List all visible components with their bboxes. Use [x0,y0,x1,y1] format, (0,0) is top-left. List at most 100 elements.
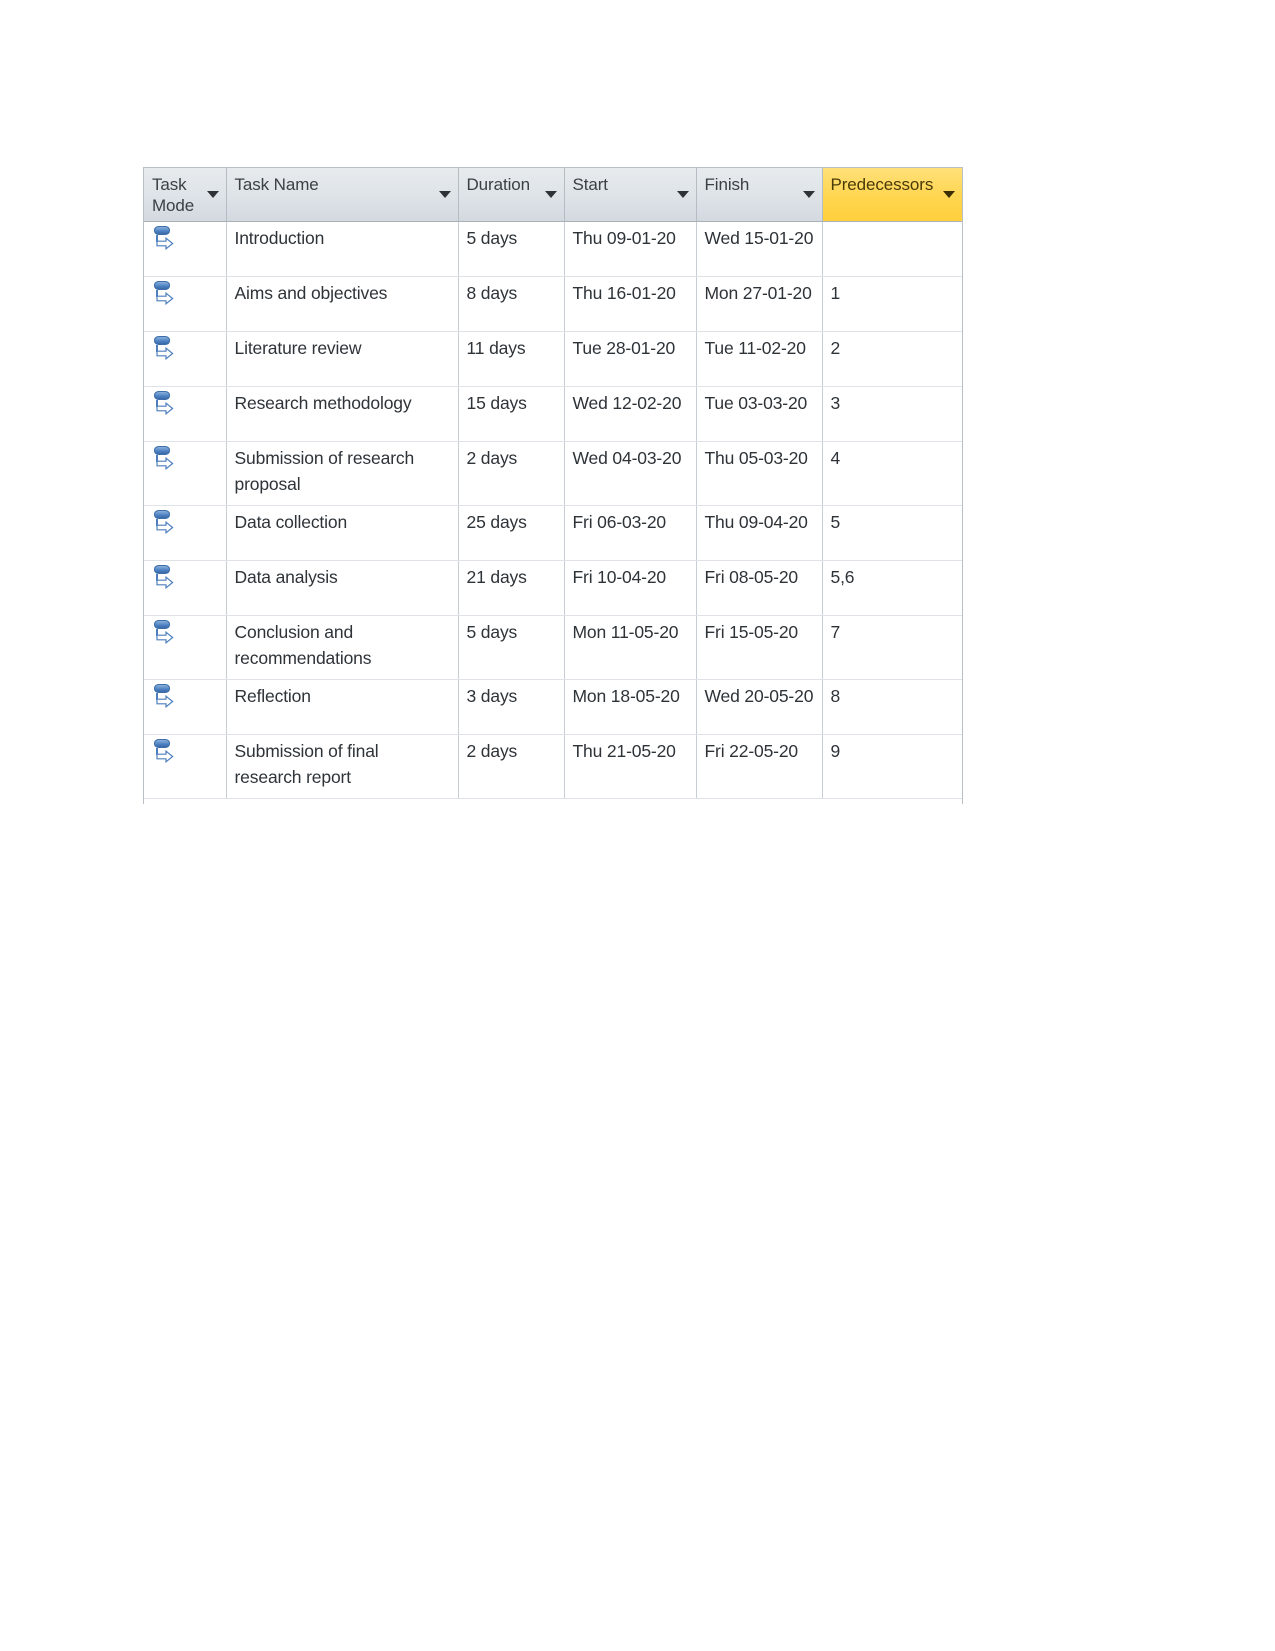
chevron-down-icon[interactable] [942,191,955,198]
column-header-start[interactable]: Start [564,168,697,222]
cell-predecessors[interactable]: 5,6 [822,560,962,616]
column-header-task-mode[interactable]: Task Mode [144,168,227,222]
cell-duration[interactable]: 5 days [458,221,565,277]
table-row[interactable]: Research methodology 15 days Wed 12-02-20 T… [144,386,962,442]
finish-date-text: Mon 27-01-20 [704,283,812,303]
cell-predecessors[interactable]: 5 [822,505,962,561]
duration-text: 8 days [466,283,518,303]
cell-start[interactable]: Mon 11-05-20 [564,615,697,680]
auto-scheduled-icon [153,684,175,708]
cell-predecessors[interactable]: 1 [822,276,962,332]
cell-task-mode[interactable] [144,734,227,799]
cell-start[interactable]: Thu 09-01-20 [564,221,697,277]
cell-start[interactable]: Thu 16-01-20 [564,276,697,332]
duration-text: 11 days [466,338,526,358]
cell-task-name[interactable]: Aims and objectives [226,276,459,332]
cell-task-mode[interactable] [144,441,227,506]
cell-predecessors[interactable]: 9 [822,734,962,799]
cell-predecessors[interactable]: 7 [822,615,962,680]
cell-task-mode[interactable] [144,679,227,735]
cell-finish[interactable]: Tue 11-02-20 [696,331,823,387]
start-date-text: Wed 12-02-20 [572,393,682,413]
cell-duration[interactable]: 2 days [458,441,565,506]
column-header-duration[interactable]: Duration [458,168,565,222]
cell-task-name[interactable]: Data collection [226,505,459,561]
cell-task-name[interactable]: Submission of research proposal [226,441,459,506]
cell-task-mode[interactable] [144,276,227,332]
duration-text: 5 days [466,228,518,248]
chevron-down-icon[interactable] [438,191,451,198]
chevron-down-icon[interactable] [676,191,689,198]
table-row[interactable]: Submission of research proposal 2 days Wed… [144,441,962,506]
finish-date-text: Tue 03-03-20 [704,393,808,413]
cell-task-mode[interactable] [144,505,227,561]
table-row[interactable]: Submission of final research report 2 day… [144,734,962,799]
column-header-finish[interactable]: Finish [696,168,823,222]
cell-task-mode[interactable] [144,331,227,387]
duration-text: 15 days [466,393,527,413]
cell-start[interactable]: Wed 12-02-20 [564,386,697,442]
table-row[interactable]: Reflection 3 days Mon 18-05-20 Wed 20-05-20… [144,679,962,735]
table-row[interactable]: Aims and objectives 8 days Thu 16-01-20 Mon… [144,276,962,332]
cell-finish[interactable]: Fri 08-05-20 [696,560,823,616]
cell-predecessors[interactable]: 8 [822,679,962,735]
task-name-text: Reflection [234,686,311,706]
cell-finish[interactable]: Wed 15-01-20 [696,221,823,277]
cell-task-name[interactable]: Introduction [226,221,459,277]
cell-duration[interactable]: 5 days [458,615,565,680]
cell-task-mode[interactable] [144,615,227,680]
cell-predecessors[interactable]: 4 [822,441,962,506]
cell-predecessors[interactable]: 2 [822,331,962,387]
cell-finish[interactable]: Fri 22-05-20 [696,734,823,799]
cell-start[interactable]: Wed 04-03-20 [564,441,697,506]
cell-task-mode[interactable] [144,560,227,616]
chevron-down-icon[interactable] [802,191,815,198]
cell-task-name[interactable]: Conclusion and recommendations [226,615,459,680]
table-row[interactable]: Introduction 5 days Thu 09-01-20 Wed 15-01-… [144,221,962,277]
cell-start[interactable]: Mon 18-05-20 [564,679,697,735]
cell-start[interactable]: Fri 06-03-20 [564,505,697,561]
cell-task-name[interactable]: Submission of final research report [226,734,459,799]
start-date-text: Wed 04-03-20 [572,448,682,468]
cell-start[interactable]: Tue 28-01-20 [564,331,697,387]
cell-start[interactable]: Fri 10-04-20 [564,560,697,616]
table-row[interactable]: Data analysis 21 days Fri 10-04-20 Fri 08-0… [144,560,962,616]
cell-duration[interactable]: 2 days [458,734,565,799]
cell-predecessors[interactable] [822,221,962,277]
table-row[interactable]: Literature review 11 days Tue 28-01-20 Tue … [144,331,962,387]
finish-date-text: Wed 15-01-20 [704,228,814,248]
cell-duration[interactable]: 25 days [458,505,565,561]
cell-finish[interactable]: Tue 03-03-20 [696,386,823,442]
cell-start[interactable]: Thu 21-05-20 [564,734,697,799]
table-row[interactable]: Conclusion and recommendations 5 days Mon … [144,615,962,680]
cell-duration[interactable]: 3 days [458,679,565,735]
start-date-text: Mon 18-05-20 [572,686,680,706]
cell-task-name[interactable]: Literature review [226,331,459,387]
column-header-task-name[interactable]: Task Name [226,168,459,222]
cell-task-name[interactable]: Research methodology [226,386,459,442]
cell-duration[interactable]: 15 days [458,386,565,442]
cell-finish[interactable]: Wed 20-05-20 [696,679,823,735]
cell-task-name[interactable]: Reflection [226,679,459,735]
cell-finish[interactable]: Mon 27-01-20 [696,276,823,332]
cell-task-name[interactable]: Data analysis [226,560,459,616]
predecessors-text: 1 [830,283,841,303]
task-name-text: Aims and objectives [234,283,388,303]
table-row[interactable]: Data collection 25 days Fri 06-03-20 Thu 09… [144,505,962,561]
cell-finish[interactable]: Fri 15-05-20 [696,615,823,680]
chevron-down-icon[interactable] [206,191,219,198]
duration-text: 2 days [466,448,518,468]
task-table-body: Introduction 5 days Thu 09-01-20 Wed 15-01-… [144,221,962,799]
cell-finish[interactable]: Thu 05-03-20 [696,441,823,506]
cell-task-mode[interactable] [144,221,227,277]
cell-duration[interactable]: 21 days [458,560,565,616]
cell-duration[interactable]: 11 days [458,331,565,387]
chevron-down-icon[interactable] [544,191,557,198]
column-header-predecessors[interactable]: Predecessors [822,168,962,222]
cell-finish[interactable]: Thu 09-04-20 [696,505,823,561]
cell-task-mode[interactable] [144,386,227,442]
task-name-text: Introduction [234,228,325,248]
cell-predecessors[interactable]: 3 [822,386,962,442]
predecessors-text: 9 [830,741,841,761]
cell-duration[interactable]: 8 days [458,276,565,332]
